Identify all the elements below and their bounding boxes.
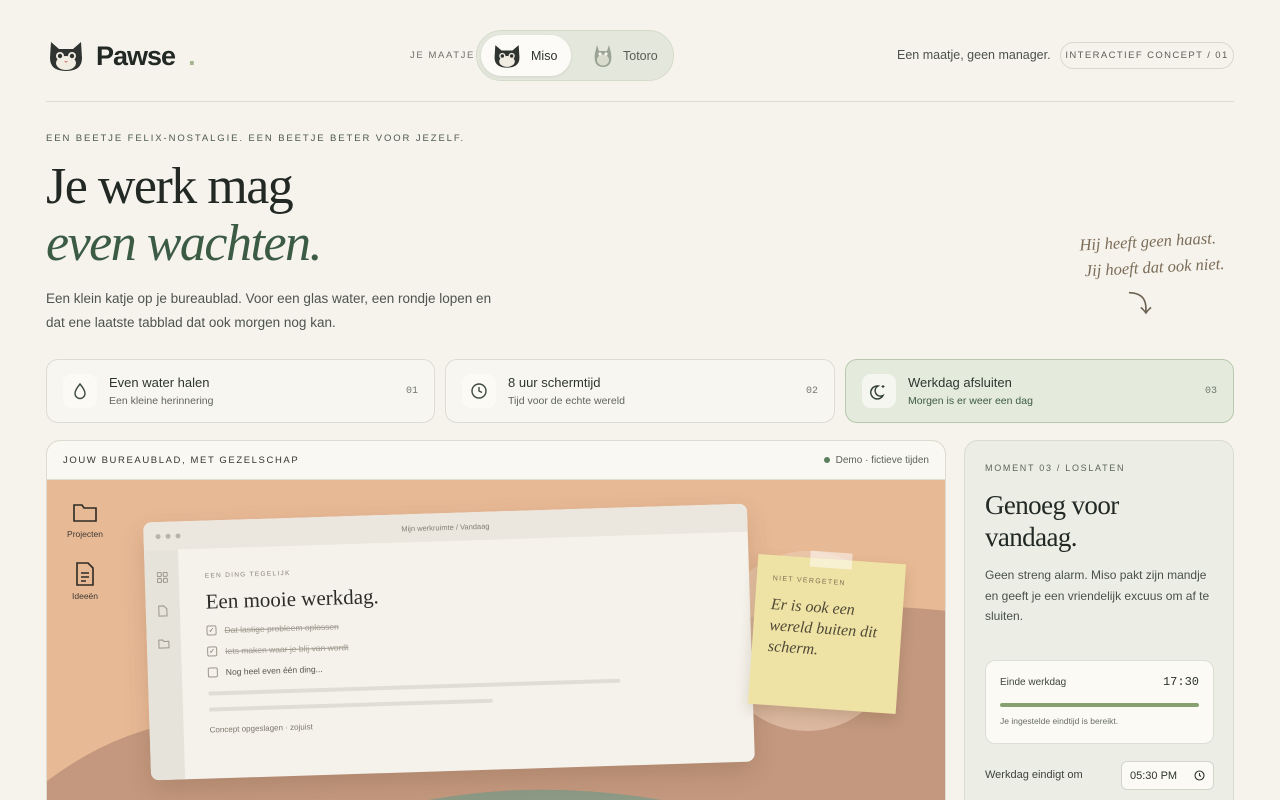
demo-status: Demo · fictieve tijden — [823, 454, 929, 466]
desktop-icon-projects[interactable]: Projecten — [55, 501, 115, 539]
water-drop-icon — [63, 374, 97, 408]
end-time-value: 17:30 — [1162, 675, 1199, 689]
totoro-icon — [594, 44, 612, 67]
card-subtitle: Een kleine herinnering — [109, 395, 214, 407]
checkbox-checked-icon[interactable]: ✓ — [206, 625, 217, 636]
task-item[interactable]: ✓ Dat lastige probleem oplossen — [206, 613, 618, 636]
demo-label: Demo · fictieve tijden — [835, 454, 929, 466]
task-item[interactable]: Nog heel even één ding... — [207, 655, 620, 678]
card-subtitle: Tijd voor de echte wereld — [508, 395, 625, 407]
curved-arrow-icon: ⤵ — [1128, 291, 1152, 318]
buddy-label: JE MAATJE — [410, 50, 475, 61]
cat-face-icon — [50, 42, 82, 71]
header-divider — [46, 101, 1234, 102]
desktop-icon-label: Ideeën — [72, 591, 98, 601]
tape-strip — [809, 550, 853, 570]
document-icon[interactable] — [158, 605, 168, 617]
hero-eyebrow: EEN BEETJE FELIX-NOSTALGIE. EEN BEETJE B… — [46, 133, 466, 144]
moment-card-screentime[interactable]: 8 uur schermtijd Tijd voor de echte were… — [445, 359, 835, 423]
end-time-status-card: Einde werkdag 17:30 Je ingestelde eindti… — [985, 660, 1214, 744]
checkbox-empty-icon[interactable] — [207, 667, 218, 678]
moment-card-water[interactable]: Even water halen Een kleine herinnering … — [46, 359, 435, 423]
document-icon — [76, 562, 94, 586]
clock-icon — [462, 374, 496, 408]
folder-icon — [73, 504, 97, 522]
moment-panel: MOMENT 03 / LOSLATEN Genoeg voor vandaag… — [964, 440, 1234, 800]
handwritten-note: Hij heeft geen haast. Jij hoeft dat ook … — [1079, 224, 1251, 285]
end-time-input[interactable]: 05:30 PM — [1121, 761, 1214, 790]
panel-eyebrow: MOMENT 03 / LOSLATEN — [985, 463, 1126, 473]
concept-badge: INTERACTIEF CONCEPT / 01 — [1060, 42, 1234, 69]
brand-logo[interactable]: Pawse. — [46, 38, 196, 74]
panel-heading: Genoeg voor vandaag. — [985, 490, 1119, 552]
card-number: 01 — [405, 385, 418, 397]
clock-icon[interactable] — [1194, 770, 1205, 781]
buddy-option-label: Miso — [531, 48, 558, 63]
buddy-option-miso[interactable]: Miso — [481, 35, 571, 76]
brand-dot: . — [188, 40, 196, 71]
task-label: Nog heel even één ding... — [225, 663, 323, 678]
desktop-title: JOUW BUREAUBLAD, MET GEZELSCHAP — [63, 454, 300, 466]
sticky-text: Er is ook een wereld buiten dit scherm. — [767, 596, 878, 659]
grid-icon[interactable] — [156, 571, 168, 584]
task-label: Dat lastige probleem oplossen — [224, 621, 339, 636]
save-status: Concept opgeslagen · zojuist — [209, 722, 313, 735]
task-item[interactable]: ✓ Iets maken waar je blij van wordt — [207, 634, 619, 657]
folder-icon[interactable] — [158, 639, 170, 649]
card-number: 03 — [1204, 385, 1217, 397]
card-title: 8 uur schermtijd — [508, 375, 601, 390]
workspace-window[interactable]: Mijn werkruimte / Vandaag EEN DING TEGEL… — [143, 503, 755, 781]
sticky-note[interactable]: NIET VERGETEN Er is ook een wereld buite… — [747, 550, 907, 714]
placeholder-line — [208, 698, 493, 712]
card-number: 02 — [805, 385, 818, 397]
end-time-label: Einde werkdag — [1000, 676, 1067, 688]
buddy-option-totoro[interactable]: Totoro — [581, 35, 671, 76]
card-title: Even water halen — [109, 375, 210, 390]
status-dot-icon — [823, 457, 830, 463]
brand-name: Pawse — [96, 40, 176, 71]
moment-card-end-day[interactable]: Werkdag afsluiten Morgen is er weer een … — [845, 359, 1234, 423]
end-time-input-value: 05:30 PM — [1130, 769, 1178, 782]
panel-description: Geen streng alarm. Miso pakt zijn mandje… — [985, 568, 1210, 623]
moon-icon — [862, 374, 896, 408]
header-tagline: Een maatje, geen manager. — [897, 48, 1051, 62]
window-sidebar — [143, 549, 186, 781]
checkbox-checked-icon[interactable]: ✓ — [207, 646, 218, 657]
hero-description: Een klein katje op je bureaublad. Voor e… — [46, 291, 492, 330]
hero-title-line2: even wachten. — [46, 215, 323, 272]
workday-progress-fill — [1000, 703, 1199, 707]
workday-progress-bar — [1000, 703, 1199, 707]
card-title: Werkdag afsluiten — [908, 375, 1012, 390]
end-time-input-label: Werkdag eindigt om — [985, 769, 1083, 781]
buddy-toggle: Miso Totoro — [476, 30, 674, 81]
desktop-header: JOUW BUREAUBLAD, MET GEZELSCHAP Demo · f… — [47, 441, 945, 480]
desktop-icon-label: Projecten — [67, 529, 103, 539]
window-content: EEN DING TEGELIJK Een mooie werkdag. ✓ Da… — [205, 560, 622, 735]
end-time-note: Je ingestelde eindtijd is bereikt. — [1000, 716, 1119, 726]
hero-title-line1: Je werk mag — [46, 158, 294, 215]
placeholder-line — [208, 678, 621, 696]
buddy-option-label: Totoro — [623, 48, 658, 63]
desktop-icon-ideas[interactable]: Ideeën — [55, 561, 115, 601]
desktop-demo: JOUW BUREAUBLAD, MET GEZELSCHAP Demo · f… — [46, 440, 946, 800]
card-subtitle: Morgen is er weer een dag — [908, 395, 1033, 407]
cat-face-icon — [494, 44, 520, 68]
task-label: Iets maken waar je blij van wordt — [225, 642, 349, 657]
sticky-label: NIET VERGETEN — [772, 575, 846, 588]
window-eyebrow: EEN DING TEGELIJK — [204, 569, 291, 580]
window-heading: Een mooie werkdag. — [205, 584, 380, 614]
